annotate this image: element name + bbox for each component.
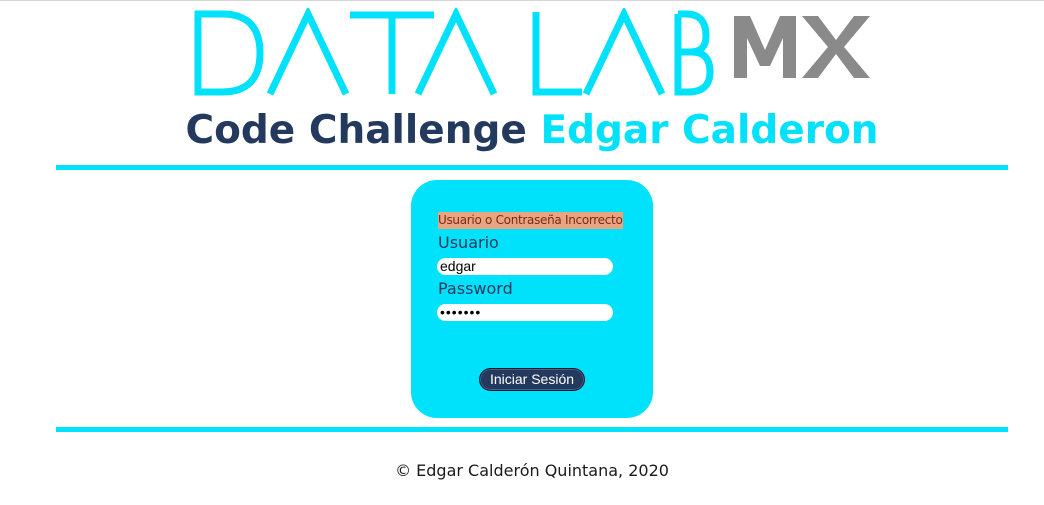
password-input[interactable] [437, 304, 613, 321]
datalab-mx-logo [194, 8, 870, 96]
page-title: Code Challenge Edgar Calderon [0, 106, 1044, 156]
logo-letter-a3 [582, 8, 666, 96]
logo-letter-b [674, 10, 714, 96]
login-error-message: Usuario o Contraseña Incorrecto [438, 212, 623, 229]
title-author-name: Edgar Calderon [540, 108, 879, 153]
password-label: Password [438, 279, 513, 298]
logo-letter-l [532, 12, 582, 96]
login-form: Usuario o Contraseña Incorrecto Usuario … [411, 180, 653, 418]
footer-copyright: © Edgar Calderón Quintana, 2020 [395, 461, 669, 480]
username-label: Usuario [438, 233, 499, 252]
username-input[interactable] [437, 258, 613, 275]
logo-letter-a1 [266, 8, 350, 96]
divider-top [56, 165, 1008, 170]
logo-mx [734, 16, 870, 78]
logo-letter-a2 [414, 8, 498, 96]
page-top-border [0, 0, 1044, 1]
title-code-challenge: Code Challenge [185, 108, 527, 153]
login-submit-button[interactable]: Iniciar Sesión [479, 368, 585, 391]
logo-letter-d1 [194, 10, 264, 96]
divider-bottom [56, 427, 1008, 432]
